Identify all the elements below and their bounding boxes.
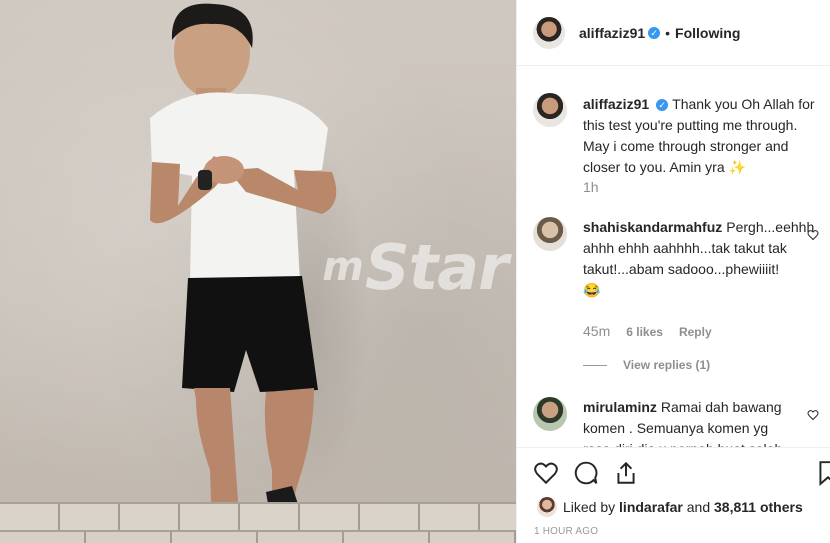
divider (583, 364, 607, 366)
avatar[interactable] (533, 217, 567, 251)
caption: aliffaziz91 ✓ Thank you Oh Allah for this … (533, 93, 823, 175)
action-bar: Liked by lindarafar and 38,811 others 1 … (517, 447, 830, 543)
comment-username[interactable]: shahiskandarmahfuz (583, 219, 722, 235)
post-header: aliffaziz91 ✓ • Following (517, 0, 830, 66)
comments-list[interactable]: aliffaziz91 ✓ Thank you Oh Allah for this … (517, 67, 830, 447)
avatar[interactable] (537, 497, 557, 517)
comment-time[interactable]: 45m (583, 323, 610, 339)
list-item: mirulaminz Ramai dah bawang komen . Semua… (533, 397, 823, 447)
comment-likes[interactable]: 6 likes (626, 325, 663, 339)
post-photo[interactable]: m Star (0, 0, 516, 543)
verified-icon: ✓ (648, 26, 661, 39)
avatar[interactable] (533, 397, 567, 431)
heart-icon[interactable] (807, 229, 819, 241)
comment-text: shahiskandarmahfuz Pergh...eehhh ahhh ehh… (583, 217, 814, 301)
bookmark-icon[interactable] (815, 460, 830, 486)
following-button[interactable]: Following (675, 25, 740, 41)
likes-count[interactable]: 38,811 others (714, 499, 803, 515)
view-replies-button[interactable]: View replies (1) (583, 358, 710, 372)
comment-icon[interactable] (573, 460, 599, 486)
header-username[interactable]: aliffaziz91 (579, 25, 645, 41)
caption-text: aliffaziz91 ✓ Thank you Oh Allah for this … (583, 94, 823, 178)
liked-by: Liked by lindarafar and 38,811 others (537, 497, 803, 517)
comment-text: mirulaminz Ramai dah bawang komen . Semua… (583, 397, 793, 447)
avatar[interactable] (533, 93, 567, 127)
separator-dot: • (665, 24, 671, 41)
post-timestamp[interactable]: 1 HOUR AGO (534, 526, 598, 537)
caption-time[interactable]: 1h (583, 179, 599, 195)
share-icon[interactable] (613, 460, 639, 486)
liked-by-user[interactable]: lindarafar (619, 499, 683, 515)
tiled-floor (0, 502, 516, 543)
comment-username[interactable]: mirulaminz (583, 399, 657, 415)
list-item: shahiskandarmahfuz Pergh...eehhh ahhh ehh… (533, 217, 823, 372)
like-heart-icon[interactable] (533, 460, 559, 486)
verified-icon: ✓ (656, 99, 669, 111)
comment-meta: 45m 6 likes Reply (583, 323, 712, 339)
heart-icon[interactable] (807, 409, 819, 421)
caption-username[interactable]: aliffaziz91 (583, 96, 649, 112)
avatar[interactable] (533, 16, 565, 49)
reply-button[interactable]: Reply (679, 325, 712, 339)
watermark-logo: m Star (322, 230, 508, 304)
post-side-panel: aliffaziz91 ✓ • Following aliffaziz91 ✓ Th… (516, 0, 830, 543)
